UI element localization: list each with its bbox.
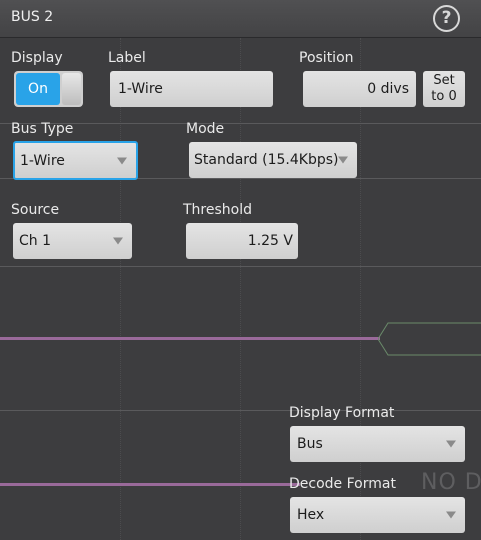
bus-type-select[interactable]: 1-Wire (13, 141, 138, 180)
bus-type-value: 1-Wire (20, 152, 65, 169)
chevron-down-icon (113, 237, 123, 245)
help-icon[interactable]: ? (433, 5, 460, 32)
waveform-trace (0, 410, 481, 411)
display-format-label: Display Format (289, 405, 395, 421)
threshold-input[interactable]: 1.25 V (186, 223, 298, 259)
grid-line (240, 38, 241, 540)
bus-type-label: Bus Type (11, 121, 74, 137)
mode-value: Standard (15.4Kbps) (194, 152, 339, 168)
display-toggle-on: On (16, 73, 60, 105)
window-title: BUS 2 (11, 9, 54, 25)
toggle-knob (62, 73, 81, 105)
label-input[interactable]: 1-Wire (110, 71, 273, 107)
threshold-label: Threshold (183, 202, 252, 218)
chevron-down-icon (117, 157, 127, 164)
title-bar: BUS 2 ? (0, 0, 481, 38)
chevron-down-icon (338, 156, 348, 164)
display-format-value: Bus (297, 436, 323, 452)
bus-config-panel (0, 38, 481, 540)
display-toggle[interactable]: On (14, 71, 83, 107)
position-value: 0 divs (367, 81, 409, 97)
threshold-value: 1.25 V (247, 233, 293, 249)
position-label: Position (299, 50, 354, 66)
set-to-zero-label: Set to 0 (431, 73, 457, 104)
source-value: Ch 1 (19, 233, 52, 249)
decode-format-select[interactable]: Hex (290, 497, 465, 533)
label-label: Label (108, 50, 146, 66)
position-input[interactable]: 0 divs (303, 71, 416, 107)
chevron-down-icon (446, 511, 456, 519)
no-data-watermark: NO D (421, 470, 481, 495)
bus-trace (0, 483, 300, 486)
waveform-trace (0, 266, 481, 267)
set-to-zero-button[interactable]: Set to 0 (423, 71, 465, 107)
grid-line (120, 38, 121, 540)
bus-trace (0, 337, 380, 340)
display-label: Display (11, 50, 63, 66)
label-input-value: 1-Wire (118, 81, 163, 97)
grid-line (360, 38, 361, 540)
display-format-select[interactable]: Bus (290, 426, 465, 462)
source-select[interactable]: Ch 1 (13, 223, 132, 259)
chevron-down-icon (446, 440, 456, 448)
decode-format-label: Decode Format (289, 476, 396, 492)
bus-decode-marker (378, 322, 481, 356)
source-label: Source (11, 202, 60, 218)
mode-label: Mode (186, 121, 225, 137)
mode-select[interactable]: Standard (15.4Kbps) (189, 142, 357, 178)
decode-format-value: Hex (297, 507, 325, 523)
